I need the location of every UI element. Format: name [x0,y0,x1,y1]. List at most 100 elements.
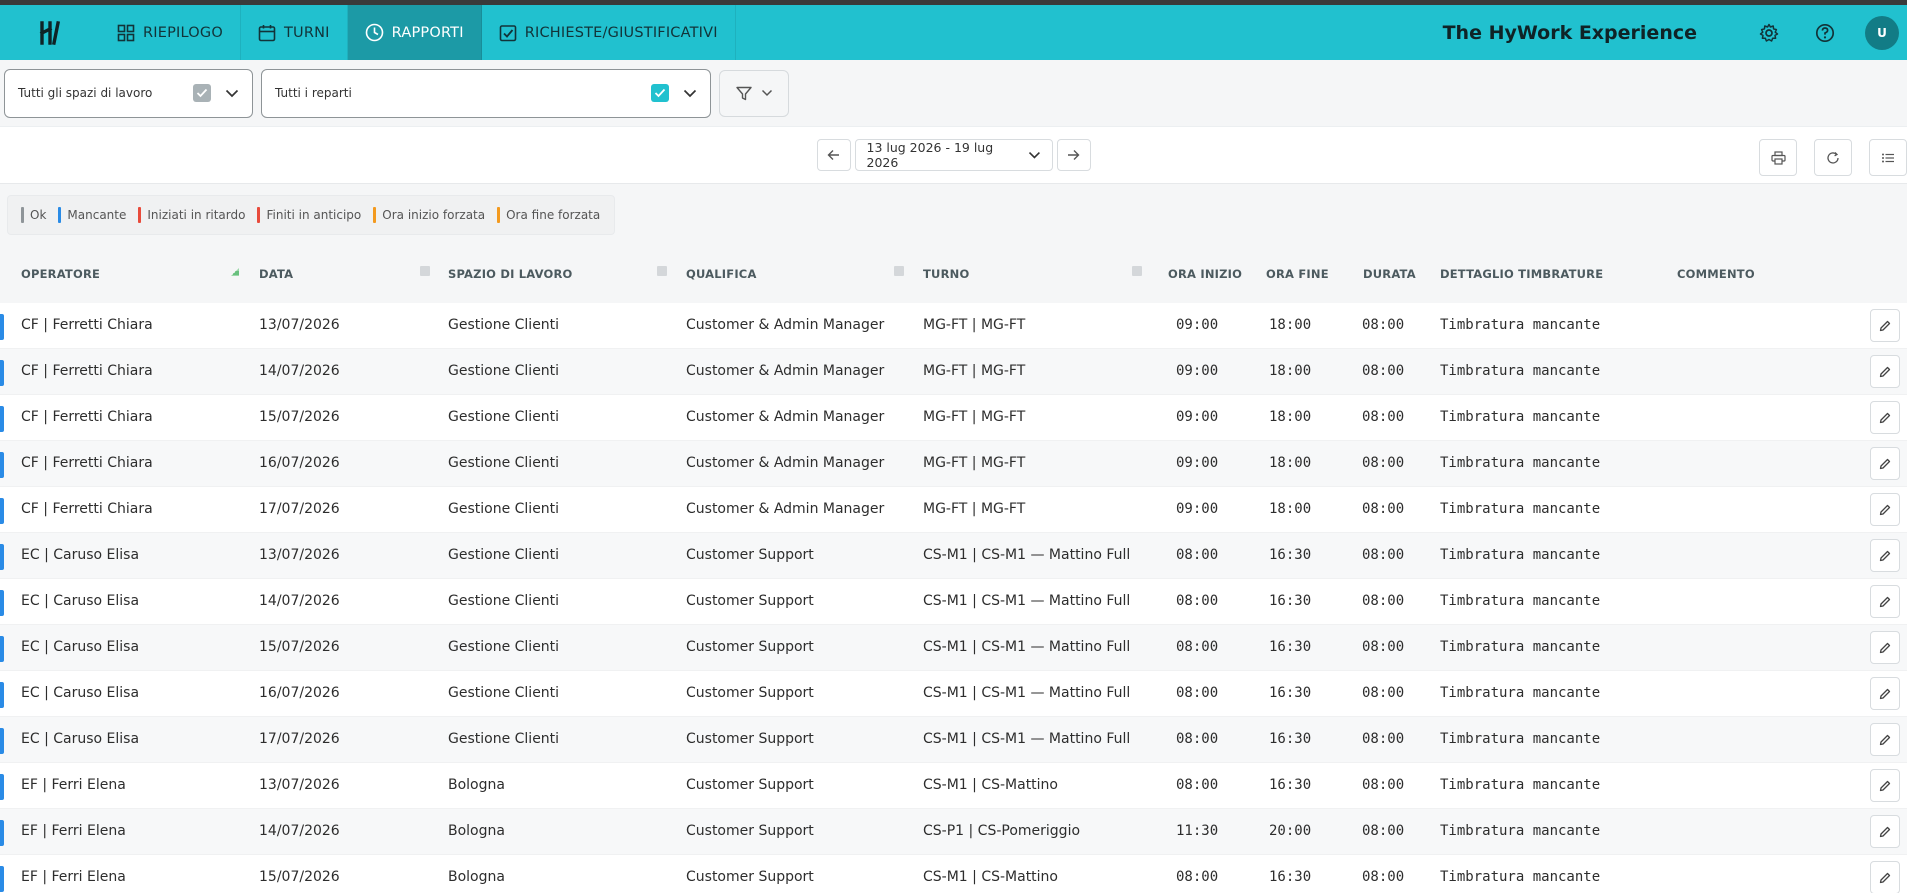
edit-row-button[interactable] [1870,815,1900,848]
legend-swatch [497,207,501,223]
punch-detail-cell: Timbratura mancante [1440,869,1601,885]
list-view-button[interactable] [1869,139,1907,176]
workspace-select[interactable]: Tutti gli spazi di lavoro [4,68,253,118]
table-row[interactable]: CF | Ferretti Chiara 17/07/2026 Gestione C… [0,487,1907,533]
hywork-logo[interactable] [0,5,100,60]
filter-menu-button[interactable] [719,69,789,117]
edit-row-button[interactable] [1870,493,1900,526]
column-header-operatore[interactable]: OPERATORE [21,267,100,281]
column-menu-icon[interactable] [420,266,430,276]
clock-icon [365,23,383,42]
column-header-turno[interactable]: TURNO [923,267,969,281]
legend-iniziati-in-ritardo: Iniziati in ritardo [138,207,245,223]
edit-row-button[interactable] [1870,355,1900,388]
edit-row-button[interactable] [1870,539,1900,572]
column-menu-icon[interactable] [657,266,667,276]
table-row[interactable]: EF | Ferri Elena 14/07/2026 Bologna Custome… [0,809,1907,855]
table-row[interactable]: CF | Ferretti Chiara 13/07/2026 Gestione C… [0,303,1907,349]
date-cell: 16/07/2026 [259,685,340,701]
operator-cell: EC | Caruso Elisa [21,547,140,563]
department-all-checkbox[interactable] [651,84,669,102]
column-header-dettaglio[interactable]: DETTAGLIO TIMBRATURE [1440,267,1603,281]
brand-title: The HyWork Experience [1442,21,1697,44]
edit-row-button[interactable] [1870,723,1900,756]
edit-row-button[interactable] [1870,861,1900,893]
nav-rapporti[interactable]: RAPPORTI [347,5,482,60]
gear-icon [1759,23,1779,42]
start-time-cell: 08:00 [1176,731,1219,747]
edit-row-button[interactable] [1870,769,1900,802]
qualification-cell: Customer Support [686,869,814,885]
workspace-cell: Bologna [448,869,505,885]
pencil-icon [1879,688,1891,699]
punch-detail-cell: Timbratura mancante [1440,639,1601,655]
sort-icon[interactable] [230,267,240,277]
department-select[interactable]: Tutti i reparti [261,68,711,118]
column-header-data[interactable]: DATA [259,267,293,281]
edit-row-button[interactable] [1870,585,1900,618]
user-avatar[interactable]: U [1865,15,1899,50]
workspace-cell: Bologna [448,777,505,793]
column-menu-icon[interactable] [894,266,904,276]
settings-button[interactable] [1741,5,1797,60]
column-header-ora-inizio[interactable]: ORA INIZIO [1168,267,1242,281]
start-time-cell: 08:00 [1176,593,1219,609]
table-row[interactable]: CF | Ferretti Chiara 16/07/2026 Gestione C… [0,441,1907,487]
start-time-cell: 09:00 [1176,455,1219,471]
nav-turni[interactable]: TURNI [241,5,348,60]
duration-cell: 08:00 [1362,363,1405,379]
table-row[interactable]: CF | Ferretti Chiara 14/07/2026 Gestione C… [0,349,1907,395]
nav-riepilogo[interactable]: RIEPILOGO [100,5,241,60]
column-header-ora-fine[interactable]: ORA FINE [1266,267,1329,281]
duration-cell: 08:00 [1362,777,1405,793]
punch-detail-cell: Timbratura mancante [1440,317,1601,333]
column-menu-icon[interactable] [1132,266,1142,276]
previous-week-button[interactable] [816,139,851,171]
table-row[interactable]: EF | Ferri Elena 13/07/2026 Bologna Custome… [0,763,1907,809]
column-header-commento[interactable]: COMMENTO [1677,267,1755,281]
edit-row-button[interactable] [1870,401,1900,434]
table-row[interactable]: EF | Ferri Elena 15/07/2026 Bologna Custome… [0,855,1907,893]
status-indicator [0,728,4,754]
shift-cell: MG-FT | MG-FT [923,455,1026,471]
punch-detail-cell: Timbratura mancante [1440,363,1601,379]
date-cell: 13/07/2026 [259,317,340,333]
table-row[interactable]: EC | Caruso Elisa 15/07/2026 Gestione Clie… [0,625,1907,671]
help-button[interactable] [1797,5,1853,60]
workspace-cell: Gestione Clienti [448,547,560,563]
shift-cell: CS-M1 | CS-M1 — Mattino Full [923,731,1131,747]
duration-cell: 08:00 [1362,501,1405,517]
table-row[interactable]: EC | Caruso Elisa 13/07/2026 Gestione Clie… [0,533,1907,579]
table-row[interactable]: CF | Ferretti Chiara 15/07/2026 Gestione C… [0,395,1907,441]
edit-row-button[interactable] [1870,631,1900,664]
table-row[interactable]: EC | Caruso Elisa 17/07/2026 Gestione Clie… [0,717,1907,763]
operator-cell: CF | Ferretti Chiara [21,317,153,333]
nav-richieste-giustificativi[interactable]: RICHIESTE/GIUSTIFICATIVI [482,5,736,60]
refresh-button[interactable] [1814,139,1852,176]
pencil-icon [1879,412,1891,423]
edit-row-button[interactable] [1870,309,1900,342]
qualification-cell: Customer Support [686,777,814,793]
nav-label: RIEPILOGO [143,24,223,41]
table-row[interactable]: EC | Caruso Elisa 14/07/2026 Gestione Clie… [0,579,1907,625]
column-header-qualifica[interactable]: QUALIFICA [686,267,757,281]
edit-row-button[interactable] [1870,677,1900,710]
status-indicator [0,314,4,340]
column-header-durata[interactable]: DURATA [1363,267,1416,281]
list-icon [1882,153,1894,162]
table-row[interactable]: EC | Caruso Elisa 16/07/2026 Gestione Clie… [0,671,1907,717]
punch-detail-cell: Timbratura mancante [1440,731,1601,747]
duration-cell: 08:00 [1362,547,1405,563]
workspace-all-checkbox[interactable] [193,84,211,102]
print-button[interactable] [1759,139,1797,176]
date-range-select[interactable]: 13 lug 2026 - 19 lug 2026 [854,139,1053,171]
shift-cell: CS-M1 | CS-Mattino [923,777,1058,793]
chevron-down-icon [683,89,697,97]
next-week-button[interactable] [1056,139,1091,171]
edit-row-button[interactable] [1870,447,1900,480]
column-header-spazio[interactable]: SPAZIO DI LAVORO [448,267,573,281]
qualification-cell: Customer Support [686,731,814,747]
qualification-cell: Customer & Admin Manager [686,501,885,517]
legend-swatch [138,207,142,223]
date-cell: 14/07/2026 [259,593,340,609]
